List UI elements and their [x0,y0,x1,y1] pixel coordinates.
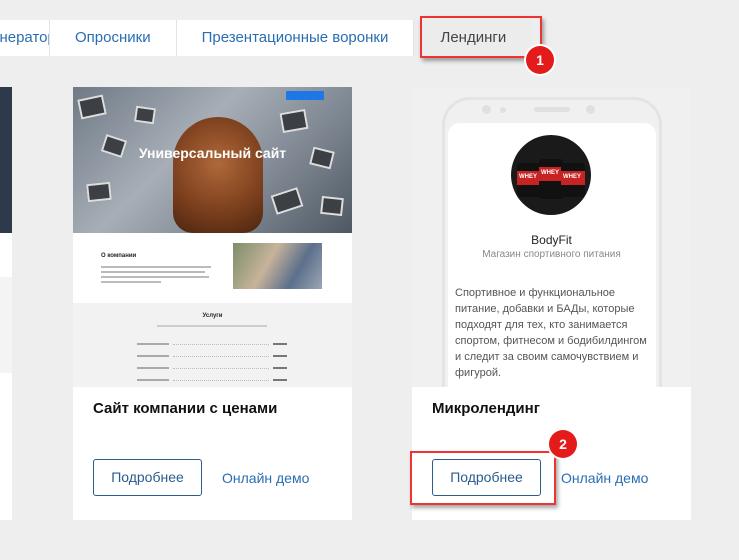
button-highlight [410,451,556,505]
preview-services-heading: Услуги [202,313,223,319]
partial-card-image [0,87,12,233]
brand-subtitle: Магазин спортивного питания [482,249,621,260]
preview-about-image [233,243,322,289]
tab-presentation-funnels[interactable]: Презентационные воронки [176,20,415,56]
tab-highlight [420,16,542,58]
brand-name: BodyFit [531,233,572,247]
brand-description: Спортивное и функциональное питание, доб… [455,287,647,379]
preview-services-section: Услуги [73,303,352,387]
company-site-preview: Универсальный сайт О компании Услуги [73,87,352,387]
partial-card-band [0,277,12,373]
brand-avatar: WHEY WHEY WHEY [511,135,591,215]
preview-hero: Универсальный сайт [73,87,352,233]
partial-card-left [0,87,12,520]
card-title: Микролендинг [432,400,540,417]
details-button[interactable]: Подробнее [93,459,202,496]
preview-about-heading: О компании [101,253,137,259]
preview-nav-button [286,91,324,100]
online-demo-link[interactable]: Онлайн демо [561,470,648,486]
tab-lead-generator[interactable]: Генератор лидов [0,20,50,56]
step-badge-1: 1 [526,46,554,74]
online-demo-link[interactable]: Онлайн демо [222,470,309,486]
tab-surveys[interactable]: Опросники [50,20,177,56]
card-title: Сайт компании с ценами [93,400,278,417]
preview-hero-title: Универсальный сайт [138,145,287,161]
preview-about-section: О компании [73,233,352,303]
step-badge-2: 2 [549,430,577,458]
template-card-company-site: Универсальный сайт О компании Услуги Сай… [73,87,352,520]
preview-hero-person [173,117,263,233]
micro-landing-preview: WHEY WHEY WHEY BodyFit Магазин спортивно… [412,87,691,387]
